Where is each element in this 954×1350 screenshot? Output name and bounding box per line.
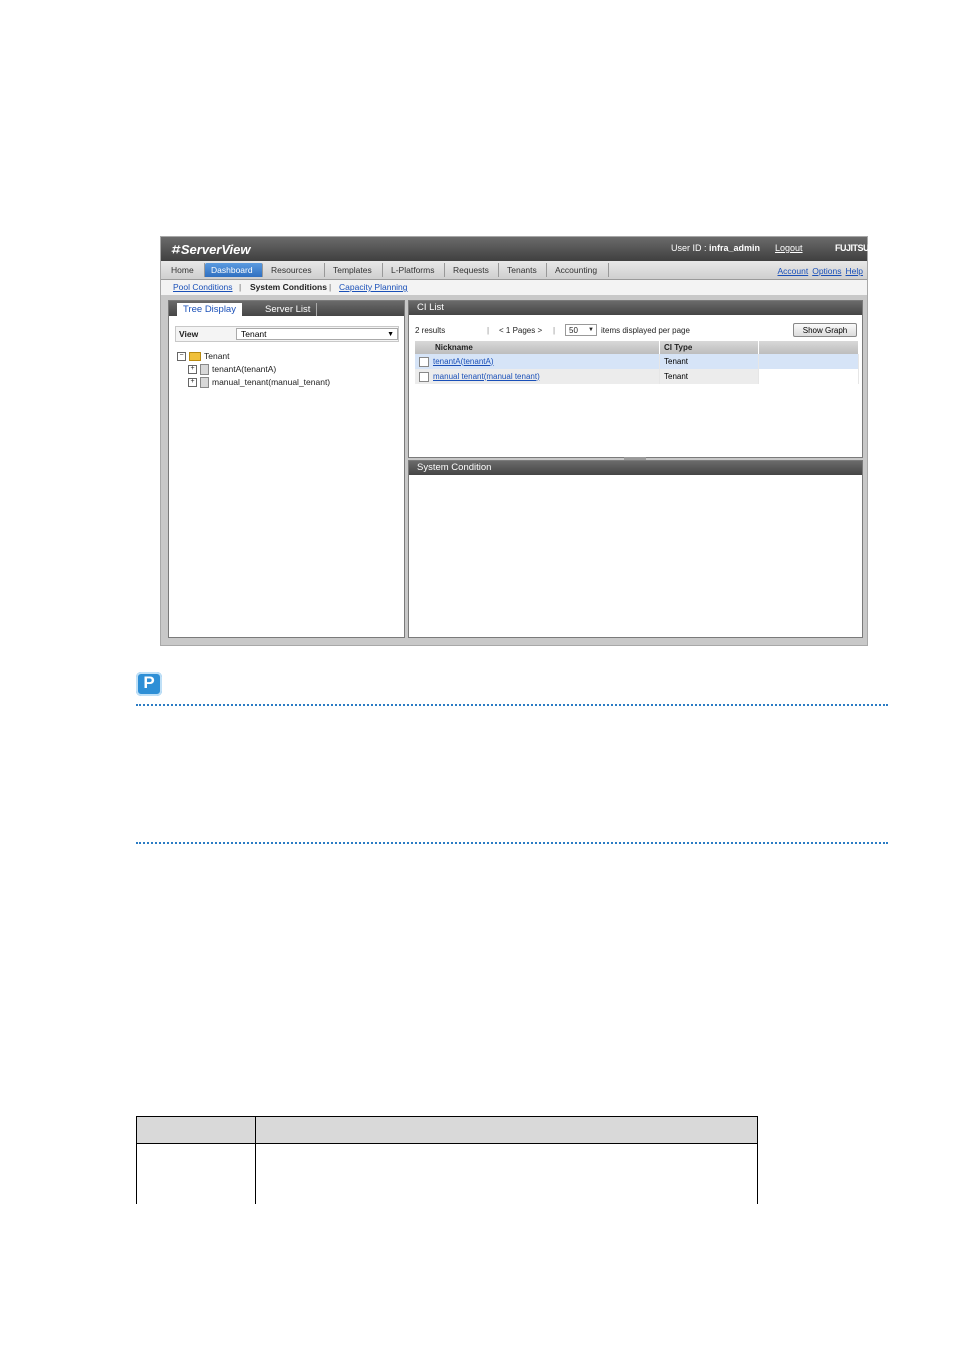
body-cell bbox=[136, 1143, 256, 1204]
serverview-logo: ⌗ ServerView bbox=[171, 241, 251, 258]
tree-node-label: manual_tenant(manual_tenant) bbox=[212, 377, 331, 387]
tab-dashboard[interactable]: Dashboard bbox=[205, 263, 263, 277]
subnav-separator: | bbox=[239, 282, 242, 292]
table-row[interactable]: manual tenant(manual tenant) Tenant bbox=[415, 369, 859, 384]
tenant-tree: − Tenant + tenantA(tenantA) + manual_tenant… bbox=[177, 350, 330, 389]
view-select[interactable]: Tenant ▼ bbox=[236, 328, 398, 340]
view-label: View bbox=[179, 329, 199, 339]
ci-list-title: CI List bbox=[409, 301, 862, 315]
nickname-cell: manual tenant(manual tenant) bbox=[415, 369, 660, 384]
tree-node-label: tenantA(tenantA) bbox=[212, 364, 277, 374]
tree-node-label: Tenant bbox=[204, 351, 230, 361]
ci-table-header: Nickname CI Type bbox=[415, 341, 859, 354]
point-top-divider bbox=[136, 704, 888, 706]
tree-panel-header: Tree Display Server List bbox=[169, 301, 404, 316]
tree-node-tenant[interactable]: + tenantA(tenantA) bbox=[177, 363, 330, 376]
logout-link[interactable]: Logout bbox=[775, 243, 803, 253]
per-page-label: items displayed per page bbox=[601, 326, 690, 335]
header-cell bbox=[136, 1116, 256, 1144]
pager-separator: | bbox=[553, 326, 556, 335]
document-table-header bbox=[136, 1116, 758, 1144]
system-condition-title: System Condition bbox=[409, 461, 862, 475]
point-bottom-divider bbox=[136, 842, 888, 844]
nickname-link[interactable]: manual tenant(manual tenant) bbox=[433, 372, 540, 381]
expand-icon[interactable]: + bbox=[188, 365, 197, 375]
serverview-mark-icon: ⌗ bbox=[171, 241, 179, 257]
per-page-value: 50 bbox=[569, 326, 578, 335]
dashboard-subnav: Pool Conditions | System Conditions | Ca… bbox=[161, 280, 867, 295]
user-id-value: infra_admin bbox=[709, 243, 761, 253]
document-table-row bbox=[136, 1143, 758, 1204]
page-nav[interactable]: < 1 Pages > bbox=[499, 326, 542, 335]
tab-templates[interactable]: Templates bbox=[327, 263, 383, 277]
tree-panel: Tree Display Server List View Tenant ▼ − T… bbox=[168, 300, 405, 638]
ci-type-cell: Tenant bbox=[659, 354, 759, 369]
show-graph-button[interactable]: Show Graph bbox=[793, 323, 857, 337]
tab-resources[interactable]: Resources bbox=[265, 263, 325, 277]
tab-tree-display[interactable]: Tree Display bbox=[177, 303, 242, 316]
pool-conditions-link[interactable]: Pool Conditions bbox=[173, 282, 233, 292]
per-page-select[interactable]: 50 ▼ bbox=[565, 324, 597, 336]
main-tabs: Home Dashboard Resources Templates L-Pla… bbox=[161, 261, 867, 280]
ci-type-cell: Tenant bbox=[659, 369, 759, 384]
body-cell bbox=[255, 1143, 758, 1204]
column-nickname[interactable]: Nickname bbox=[415, 341, 660, 354]
column-blank bbox=[758, 341, 859, 354]
ci-table: Nickname CI Type tenantA(tenantA) Tenant… bbox=[415, 341, 859, 384]
fujitsu-logo: FUJITSU bbox=[835, 243, 870, 253]
subnav-separator: | bbox=[329, 282, 332, 292]
tab-server-list[interactable]: Server List bbox=[259, 303, 318, 316]
tree-node-root[interactable]: − Tenant bbox=[177, 350, 330, 363]
dropdown-arrow-icon: ▼ bbox=[588, 327, 594, 333]
capacity-planning-link[interactable]: Capacity Planning bbox=[339, 282, 408, 292]
header-cell bbox=[255, 1116, 758, 1144]
pager-separator: | bbox=[487, 326, 490, 335]
table-row[interactable]: tenantA(tenantA) Tenant bbox=[415, 354, 859, 369]
tab-l-platforms[interactable]: L-Platforms bbox=[385, 263, 445, 277]
screenshot-figure: ⌗ ServerView User ID : infra_admin Logout… bbox=[160, 236, 870, 646]
nickname-cell: tenantA(tenantA) bbox=[415, 354, 660, 369]
dropdown-arrow-icon: ▼ bbox=[387, 331, 394, 338]
tenant-icon bbox=[200, 364, 209, 376]
tab-requests[interactable]: Requests bbox=[447, 263, 499, 277]
options-link[interactable]: Options bbox=[812, 266, 841, 276]
nickname-link[interactable]: tenantA(tenantA) bbox=[433, 357, 493, 366]
tree-node-tenant[interactable]: + manual_tenant(manual_tenant) bbox=[177, 376, 330, 389]
system-condition-panel: System Condition bbox=[408, 457, 863, 638]
column-ci-type[interactable]: CI Type bbox=[659, 341, 759, 354]
tenant-icon bbox=[200, 377, 209, 389]
tab-tenants[interactable]: Tenants bbox=[501, 263, 547, 277]
account-link[interactable]: Account bbox=[778, 266, 809, 276]
row-checkbox[interactable] bbox=[419, 371, 429, 382]
view-select-value: Tenant bbox=[241, 329, 267, 339]
system-conditions-current[interactable]: System Conditions bbox=[250, 282, 327, 292]
user-id: User ID : infra_admin bbox=[671, 243, 760, 253]
tab-home[interactable]: Home bbox=[165, 263, 205, 277]
resize-handle[interactable] bbox=[624, 457, 646, 460]
blank-cell bbox=[758, 369, 859, 384]
result-count: 2 results bbox=[415, 326, 446, 335]
expand-icon[interactable]: + bbox=[188, 378, 197, 388]
folder-icon bbox=[189, 352, 201, 362]
point-icon: P bbox=[136, 672, 162, 696]
collapse-icon[interactable]: − bbox=[177, 352, 186, 362]
document-table bbox=[136, 1116, 758, 1204]
view-row: View Tenant ▼ bbox=[175, 326, 399, 342]
ci-list-panel: CI List 2 results | < 1 Pages > | 50 ▼ it… bbox=[408, 300, 863, 458]
app-header: ⌗ ServerView User ID : infra_admin Logout… bbox=[161, 237, 870, 261]
tab-accounting[interactable]: Accounting bbox=[549, 263, 609, 277]
user-id-label: User ID : bbox=[671, 243, 710, 253]
logo-text: ServerView bbox=[180, 242, 251, 257]
top-right-links: Account Options Help bbox=[774, 266, 864, 276]
help-link[interactable]: Help bbox=[846, 266, 863, 276]
row-checkbox[interactable] bbox=[419, 356, 429, 367]
blank-cell bbox=[758, 354, 859, 369]
